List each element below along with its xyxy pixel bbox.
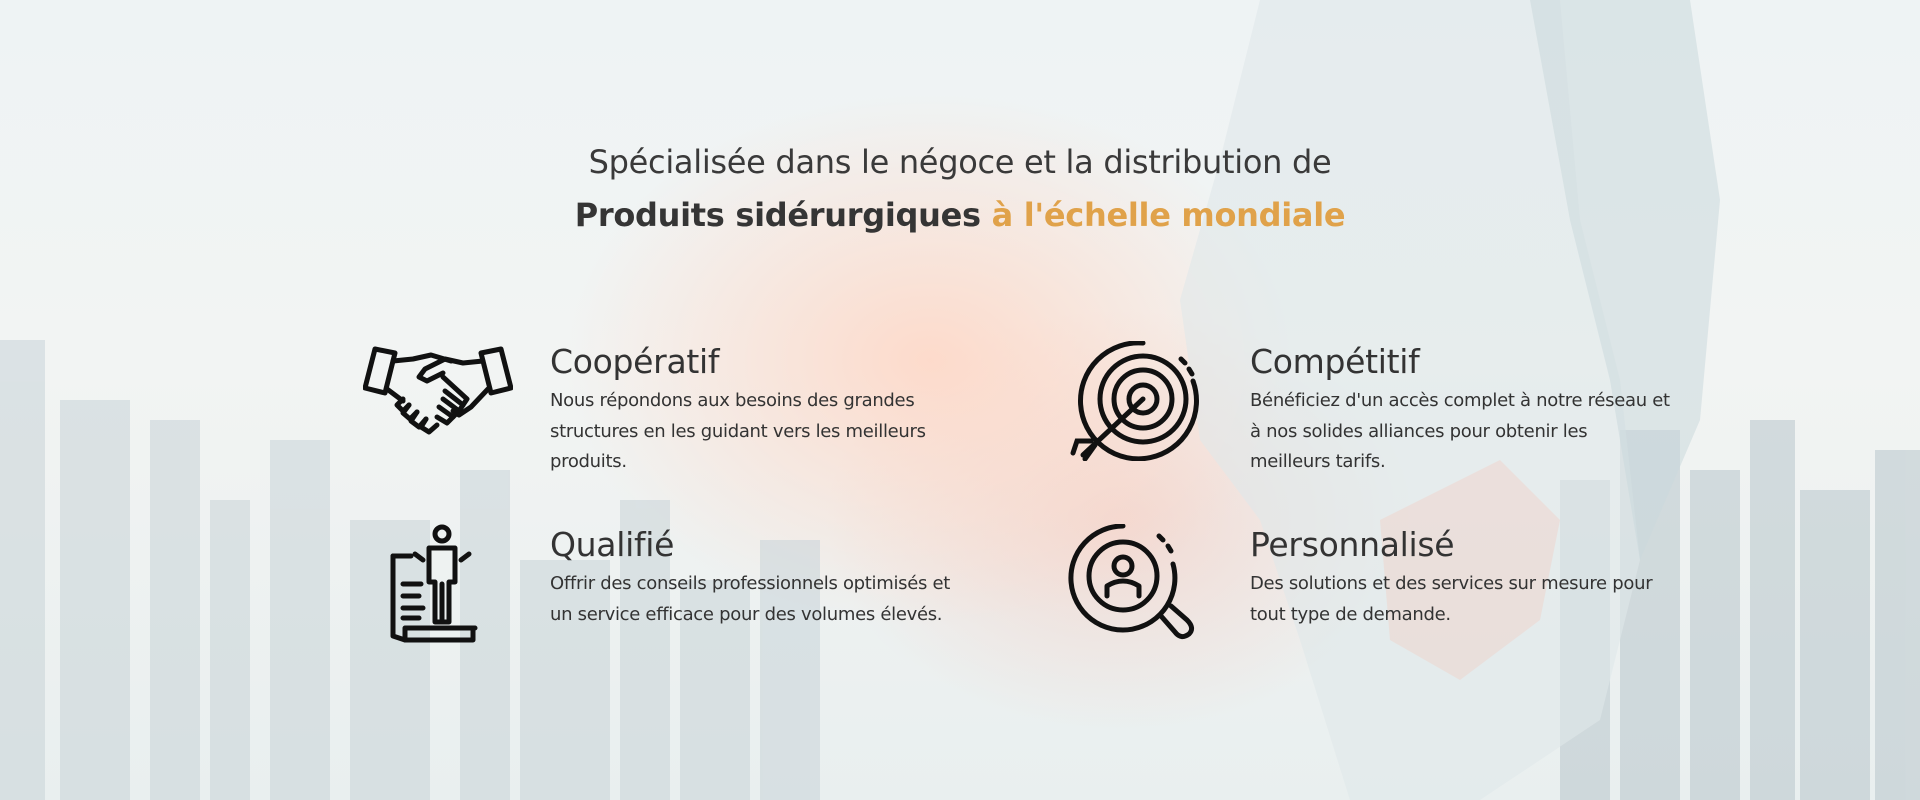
feature-qualifie: Qualifié Offrir des conseils professionn… bbox=[363, 524, 1063, 674]
feature-description: Des solutions et des services sur mesure… bbox=[1250, 573, 1653, 625]
section-heading: Spécialisée dans le négoce et la distrib… bbox=[0, 136, 1920, 242]
heading-line-2: Produits sidérurgiques à l'échelle mondi… bbox=[0, 189, 1920, 242]
feature-description: Offrir des conseils professionnels optim… bbox=[550, 573, 951, 625]
handshake-icon bbox=[363, 346, 513, 435]
heading-bold-text: Produits sidérurgiques bbox=[574, 196, 981, 234]
feature-title: Qualifié bbox=[550, 525, 675, 564]
person-on-document-icon bbox=[390, 524, 478, 643]
heading-accent-text: à l'échelle mondiale bbox=[991, 196, 1346, 234]
feature-description: Nous répondons aux besoins des grandes s… bbox=[550, 390, 926, 472]
feature-title: Personnalisé bbox=[1250, 525, 1455, 564]
heading-line-1: Spécialisée dans le négoce et la distrib… bbox=[588, 143, 1332, 181]
feature-competitif: Compétitif Bénéficiez d'un accès complet… bbox=[1063, 341, 1763, 491]
feature-title: Coopératif bbox=[550, 342, 720, 381]
feature-personnalise: Personnalisé Des solutions et des servic… bbox=[1063, 524, 1763, 674]
feature-description: Bénéficiez d'un accès complet à notre ré… bbox=[1250, 390, 1670, 472]
magnifier-person-icon bbox=[1068, 524, 1195, 640]
feature-title: Compétitif bbox=[1250, 342, 1420, 381]
target-arrow-icon bbox=[1070, 341, 1199, 461]
feature-cooperatif: Coopératif Nous répondons aux besoins de… bbox=[363, 341, 1063, 491]
hero-section: Spécialisée dans le négoce et la distrib… bbox=[0, 0, 1920, 800]
